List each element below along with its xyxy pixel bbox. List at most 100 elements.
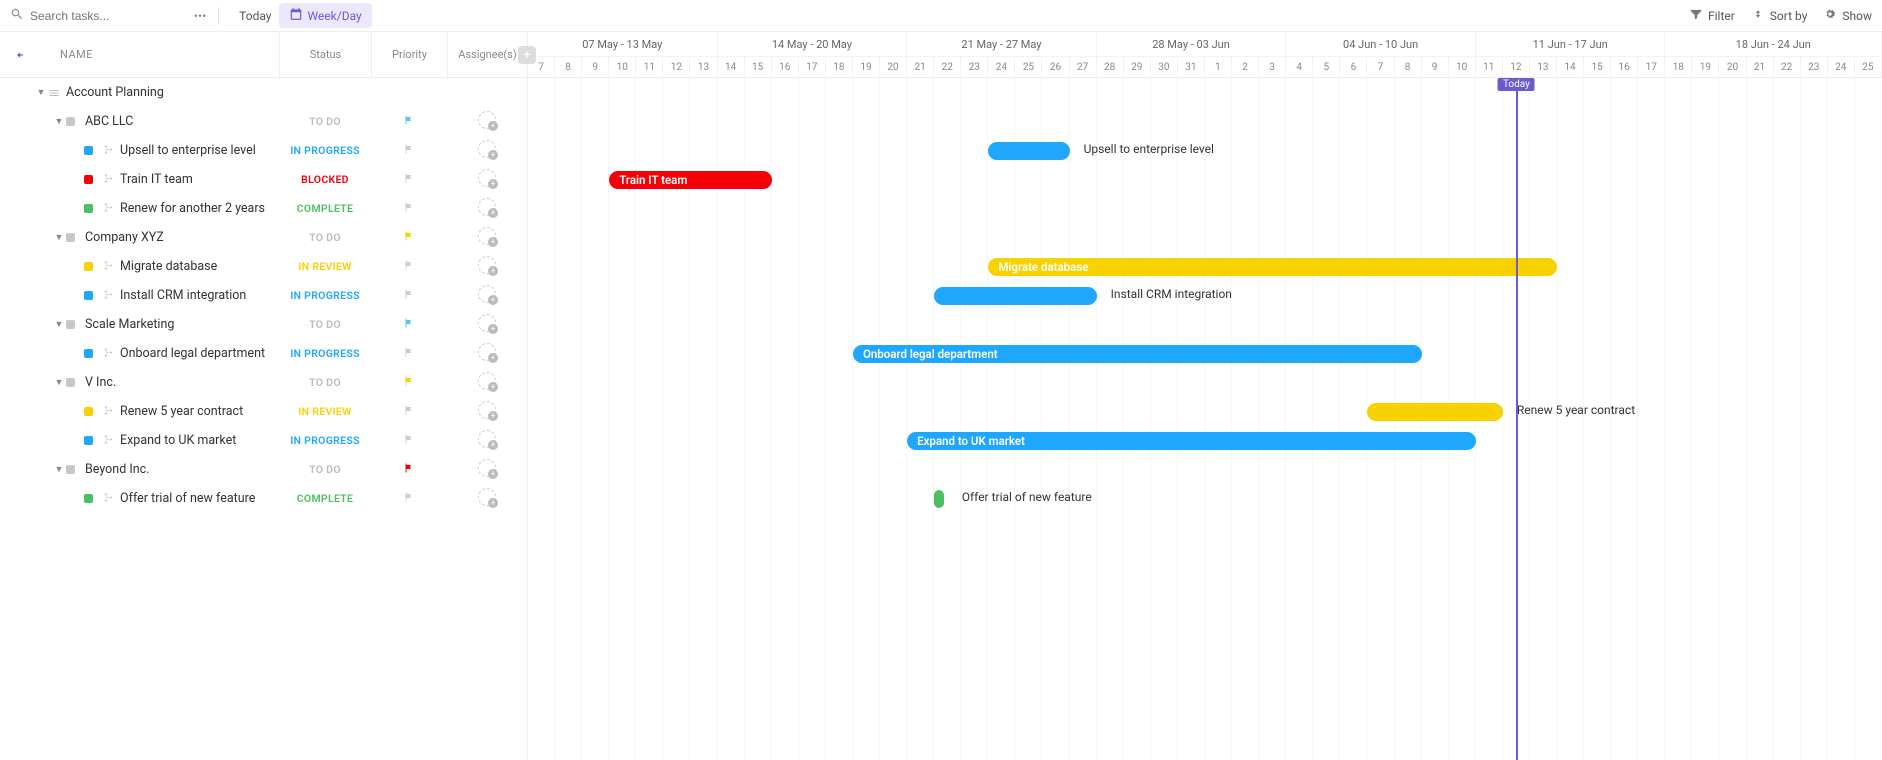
priority-cell[interactable] [371, 143, 447, 158]
status-cell[interactable]: BLOCKED [279, 173, 371, 186]
status-cell[interactable]: COMPLETE [279, 492, 371, 505]
today-marker [1516, 78, 1518, 760]
chevron-down-icon[interactable]: ▼ [34, 87, 48, 98]
assignee-cell[interactable] [447, 256, 527, 277]
column-status[interactable]: Status [279, 32, 371, 77]
chevron-down-icon[interactable]: ▼ [52, 319, 66, 330]
task-row[interactable]: Onboard legal departmentIN PROGRESS [0, 339, 527, 368]
priority-cell[interactable] [371, 433, 447, 448]
priority-cell[interactable] [371, 491, 447, 506]
assignee-placeholder[interactable] [478, 285, 496, 303]
assignee-cell[interactable] [447, 401, 527, 422]
assignee-cell[interactable] [447, 343, 527, 364]
assignee-cell[interactable] [447, 169, 527, 190]
task-row[interactable]: Train IT teamBLOCKED [0, 165, 527, 194]
assignee-placeholder[interactable] [478, 343, 496, 361]
priority-cell[interactable] [371, 404, 447, 419]
priority-cell[interactable] [371, 462, 447, 477]
chevron-down-icon[interactable]: ▼ [52, 377, 66, 388]
priority-cell[interactable] [371, 288, 447, 303]
filter-button[interactable]: Filter [1689, 7, 1735, 24]
show-button[interactable]: Show [1823, 7, 1872, 24]
status-cell[interactable]: IN PROGRESS [279, 347, 371, 360]
task-row[interactable]: Upsell to enterprise levelIN PROGRESS [0, 136, 527, 165]
status-cell[interactable]: IN PROGRESS [279, 289, 371, 302]
assignee-placeholder[interactable] [478, 314, 496, 332]
column-assignee[interactable]: Assignee(s) [447, 32, 527, 77]
gantt-bar[interactable] [934, 490, 944, 508]
group-row[interactable]: ▼V Inc.TO DO [0, 368, 527, 397]
task-row[interactable]: Migrate databaseIN REVIEW [0, 252, 527, 281]
weekday-button[interactable]: Week/Day [279, 3, 371, 28]
status-cell[interactable]: TO DO [279, 376, 371, 389]
chevron-down-icon[interactable]: ▼ [52, 464, 66, 475]
gantt-bar[interactable] [934, 287, 1096, 305]
assignee-placeholder[interactable] [478, 372, 496, 390]
priority-cell[interactable] [371, 317, 447, 332]
folder-row[interactable]: ▼Account Planning [0, 78, 527, 107]
gantt-bar[interactable]: Onboard legal department [853, 345, 1422, 363]
assignee-cell[interactable] [447, 140, 527, 161]
task-row[interactable]: Offer trial of new featureCOMPLETE [0, 484, 527, 513]
task-row[interactable]: Install CRM integrationIN PROGRESS [0, 281, 527, 310]
assignee-cell[interactable] [447, 314, 527, 335]
priority-cell[interactable] [371, 114, 447, 129]
assignee-cell[interactable] [447, 430, 527, 451]
today-button[interactable]: Today [231, 5, 279, 27]
status-cell[interactable]: COMPLETE [279, 202, 371, 215]
group-row[interactable]: ▼Company XYZTO DO [0, 223, 527, 252]
chevron-down-icon[interactable]: ▼ [52, 232, 66, 243]
gantt-bar[interactable]: Expand to UK market [907, 432, 1476, 450]
more-icon[interactable]: ••• [194, 9, 206, 23]
assignee-cell[interactable] [447, 227, 527, 248]
status-cell[interactable]: IN REVIEW [279, 405, 371, 418]
priority-cell[interactable] [371, 230, 447, 245]
collapse-pane-button[interactable] [0, 48, 38, 62]
assignee-placeholder[interactable] [478, 140, 496, 158]
gantt-bar[interactable] [1367, 403, 1502, 421]
assignee-placeholder[interactable] [478, 111, 496, 129]
status-cell[interactable]: TO DO [279, 318, 371, 331]
group-row[interactable]: ▼Beyond Inc.TO DO [0, 455, 527, 484]
gantt-bar[interactable]: Migrate database [988, 258, 1557, 276]
assignee-cell[interactable] [447, 285, 527, 306]
assignee-cell[interactable] [447, 372, 527, 393]
status-cell[interactable]: TO DO [279, 115, 371, 128]
assignee-cell[interactable] [447, 111, 527, 132]
priority-cell[interactable] [371, 172, 447, 187]
task-row[interactable]: Renew 5 year contractIN REVIEW [0, 397, 527, 426]
task-row[interactable]: Renew for another 2 yearsCOMPLETE [0, 194, 527, 223]
column-name[interactable]: NAME [38, 48, 279, 61]
assignee-placeholder[interactable] [478, 401, 496, 419]
gantt-bar[interactable]: Train IT team [609, 171, 771, 189]
column-priority[interactable]: Priority [371, 32, 447, 77]
assignee-cell[interactable] [447, 198, 527, 219]
assignee-placeholder[interactable] [478, 430, 496, 448]
status-cell[interactable]: TO DO [279, 463, 371, 476]
search-input[interactable] [30, 9, 170, 23]
gantt-body[interactable]: Upsell to enterprise levelTrain IT teamM… [528, 78, 1882, 760]
status-cell[interactable]: IN PROGRESS [279, 144, 371, 157]
group-row[interactable]: ▼ABC LLCTO DO [0, 107, 527, 136]
priority-cell[interactable] [371, 375, 447, 390]
priority-cell[interactable] [371, 259, 447, 274]
status-cell[interactable]: TO DO [279, 231, 371, 244]
gantt-bar[interactable] [988, 142, 1069, 160]
assignee-cell[interactable] [447, 488, 527, 509]
sort-button[interactable]: Sort by [1751, 7, 1808, 24]
add-column-button[interactable]: + [518, 46, 536, 64]
assignee-placeholder[interactable] [478, 256, 496, 274]
assignee-placeholder[interactable] [478, 459, 496, 477]
status-cell[interactable]: IN REVIEW [279, 260, 371, 273]
task-row[interactable]: Expand to UK marketIN PROGRESS [0, 426, 527, 455]
assignee-placeholder[interactable] [478, 198, 496, 216]
priority-cell[interactable] [371, 201, 447, 216]
assignee-placeholder[interactable] [478, 227, 496, 245]
chevron-down-icon[interactable]: ▼ [52, 116, 66, 127]
status-cell[interactable]: IN PROGRESS [279, 434, 371, 447]
priority-cell[interactable] [371, 346, 447, 361]
group-row[interactable]: ▼Scale MarketingTO DO [0, 310, 527, 339]
assignee-cell[interactable] [447, 459, 527, 480]
assignee-placeholder[interactable] [478, 169, 496, 187]
assignee-placeholder[interactable] [478, 488, 496, 506]
